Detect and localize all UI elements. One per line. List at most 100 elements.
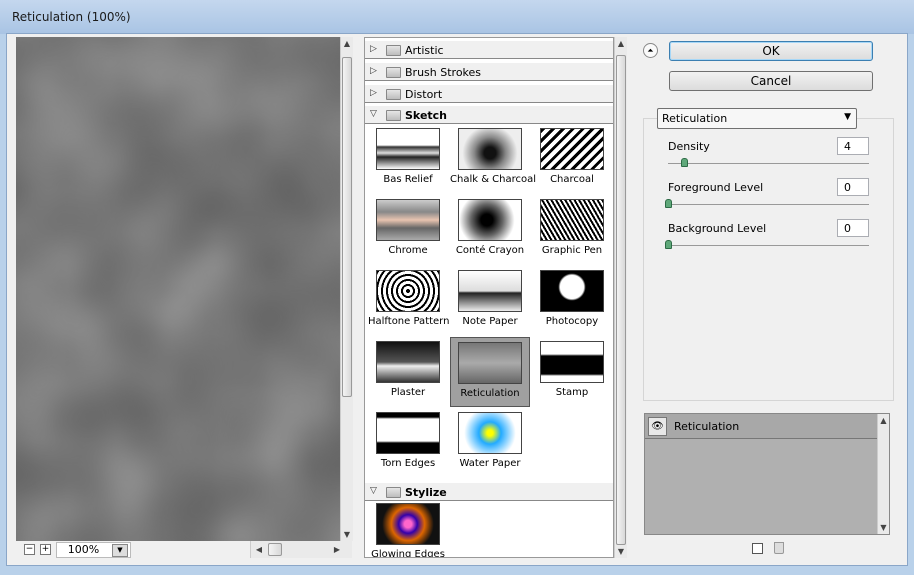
filter-preview-image — [458, 342, 522, 384]
scroll-up-arrow[interactable]: ▲ — [878, 416, 889, 425]
filter-thumb-charcoal[interactable]: Charcoal — [532, 124, 612, 194]
param-label: Density — [668, 140, 710, 153]
filter-thumb-plaster[interactable]: Plaster — [368, 337, 448, 407]
filter-thumb-photocopy[interactable]: Photocopy — [532, 266, 612, 336]
scroll-down-arrow[interactable]: ▼ — [615, 547, 627, 556]
gallery-scrollbar[interactable]: ▲ ▼ — [614, 37, 627, 558]
category-brush-strokes[interactable]: ▷ Brush Strokes — [365, 62, 613, 81]
category-distort[interactable]: ▷ Distort — [365, 84, 613, 103]
zoom-dropdown-button[interactable]: ▼ — [112, 544, 128, 557]
param-slider-knob[interactable] — [665, 199, 672, 208]
filter-thumb-water-paper[interactable]: Water Paper — [450, 408, 530, 478]
filter-label: Graphic Pen — [541, 245, 603, 256]
scroll-down-arrow[interactable]: ▼ — [878, 523, 889, 532]
filter-preview-image — [458, 412, 522, 454]
filter-preview-image — [376, 128, 440, 170]
filter-thumb-halftone-pattern[interactable]: Halftone Pattern — [368, 266, 450, 336]
category-label: Sketch — [405, 109, 448, 122]
triangle-right-icon: ▷ — [370, 66, 377, 76]
category-label: Stylize — [405, 486, 447, 499]
triangle-right-icon: ▷ — [370, 44, 377, 54]
ok-button[interactable]: OK — [669, 41, 873, 61]
param-slider-track[interactable] — [668, 163, 869, 164]
filter-preview-image — [540, 270, 604, 312]
effect-layer-row[interactable]: 👁 Reticulation — [645, 414, 877, 439]
filter-thumb-chrome[interactable]: Chrome — [368, 195, 448, 265]
filter-thumb-glowing-edges[interactable]: Glowing Edges — [368, 499, 448, 557]
trash-icon[interactable] — [774, 542, 784, 554]
param-slider-track[interactable] — [668, 245, 869, 246]
folder-icon — [386, 89, 401, 100]
filter-thumb-note-paper[interactable]: Note Paper — [450, 266, 530, 336]
preview-toolbar: − + 100% ▼ ◀ ▶ — [16, 541, 352, 559]
folder-icon — [386, 67, 401, 78]
window-title: Reticulation (100%) — [12, 10, 131, 24]
param-label: Background Level — [668, 222, 767, 235]
folder-icon — [386, 487, 401, 498]
param-value-field[interactable]: 0 — [837, 219, 869, 237]
filter-preview-image — [540, 341, 604, 383]
cancel-button[interactable]: Cancel — [669, 71, 873, 91]
preview-horizontal-scrollbar[interactable]: ◀ ▶ — [250, 541, 352, 558]
folder-icon — [386, 110, 401, 121]
filter-select[interactable]: Reticulation ▼ — [657, 108, 857, 129]
filter-label: Halftone Pattern — [368, 316, 450, 327]
eye-icon[interactable]: 👁 — [648, 417, 667, 436]
filter-label: Charcoal — [550, 174, 594, 185]
category-label: Artistic — [405, 44, 444, 57]
filter-thumb-stamp[interactable]: Stamp — [532, 337, 612, 407]
filter-thumb-torn-edges[interactable]: Torn Edges — [368, 408, 448, 478]
category-label: Distort — [405, 88, 443, 101]
param-value-field[interactable]: 4 — [837, 137, 869, 155]
preview-image — [16, 37, 340, 541]
filter-preview-image — [458, 199, 522, 241]
filter-label: Reticulation — [460, 388, 520, 399]
category-label: Brush Strokes — [405, 66, 482, 79]
h-scroll-thumb[interactable] — [268, 543, 282, 556]
title-bar: Reticulation (100%) — [0, 0, 914, 34]
category-artistic[interactable]: ▷ Artistic — [365, 40, 613, 59]
scroll-thumb[interactable] — [342, 57, 352, 397]
chevron-down-icon: ▼ — [844, 112, 851, 122]
scroll-up-arrow[interactable]: ▲ — [341, 39, 353, 48]
collapse-icon[interactable]: ⏶ — [643, 43, 658, 58]
filter-preview-image — [458, 270, 522, 312]
filter-label: Note Paper — [462, 316, 518, 327]
scroll-down-arrow[interactable]: ▼ — [341, 530, 353, 539]
param-slider-knob[interactable] — [665, 240, 672, 249]
filter-preview-image — [540, 199, 604, 241]
filter-thumb-cont-crayon[interactable]: Conté Crayon — [450, 195, 530, 265]
scroll-up-arrow[interactable]: ▲ — [615, 39, 627, 48]
filter-label: Plaster — [390, 387, 426, 398]
filter-thumb-reticulation[interactable]: Reticulation — [450, 337, 530, 407]
filter-thumb-chalk-charcoal[interactable]: Chalk & Charcoal — [450, 124, 536, 194]
filter-label: Conté Crayon — [455, 245, 525, 256]
folder-icon — [386, 45, 401, 56]
layers-scrollbar[interactable]: ▲ ▼ — [877, 414, 889, 534]
filter-preview-image — [376, 341, 440, 383]
filter-select-value: Reticulation — [662, 112, 728, 125]
scroll-thumb[interactable] — [616, 55, 626, 545]
param-slider-knob[interactable] — [681, 158, 689, 167]
triangle-right-icon: ▷ — [370, 88, 377, 98]
triangle-down-icon: ▽ — [370, 486, 377, 496]
preview-vertical-scrollbar[interactable]: ▲ ▼ — [340, 37, 353, 541]
scroll-left-arrow[interactable]: ◀ — [253, 545, 265, 554]
filter-gallery: ▷ Artistic ▷ Brush Strokes ▷ Distort ▽ Sketch ▽ S… — [364, 37, 614, 558]
category-sketch[interactable]: ▽ Sketch — [365, 105, 613, 124]
filter-thumb-graphic-pen[interactable]: Graphic Pen — [532, 195, 612, 265]
filter-label: Chrome — [388, 245, 428, 256]
new-effect-layer-icon[interactable] — [752, 543, 763, 554]
filter-preview-image — [458, 128, 522, 170]
filter-preview-image — [376, 412, 440, 454]
zoom-out-button[interactable]: − — [24, 544, 35, 555]
filter-label: Stamp — [555, 387, 589, 398]
param-value-field[interactable]: 0 — [837, 178, 869, 196]
filter-preview-image — [376, 270, 440, 312]
scroll-right-arrow[interactable]: ▶ — [331, 545, 343, 554]
filter-thumb-bas-relief[interactable]: Bas Relief — [368, 124, 448, 194]
filter-preview-image — [376, 503, 440, 545]
zoom-in-button[interactable]: + — [40, 544, 51, 555]
param-slider-track[interactable] — [668, 204, 869, 205]
preview-canvas[interactable] — [16, 37, 340, 541]
